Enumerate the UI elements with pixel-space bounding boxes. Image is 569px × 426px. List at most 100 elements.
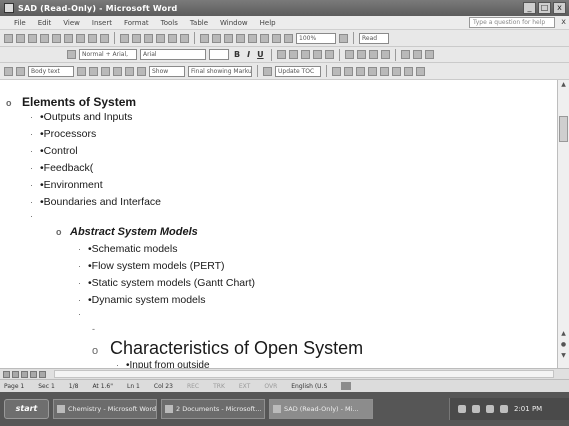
undo-icon[interactable]: [168, 33, 177, 43]
bullets-icon[interactable]: [356, 50, 366, 59]
outline-body-item[interactable]: · •Flow system models (PERT): [78, 260, 225, 272]
outline-empty-item[interactable]: ·: [78, 308, 88, 320]
normal-view-icon[interactable]: [3, 370, 10, 378]
italic-button[interactable]: I: [245, 50, 252, 59]
font-size-select[interactable]: [209, 49, 229, 60]
justify-icon[interactable]: [312, 50, 322, 59]
insert-subdocument-icon[interactable]: [356, 66, 365, 76]
prev-page-icon[interactable]: ▲: [559, 330, 568, 339]
taskbar-item[interactable]: Chemistry - Microsoft Word: [53, 399, 157, 419]
menu-table[interactable]: Table: [190, 19, 208, 27]
subdocument-icon[interactable]: [344, 66, 353, 76]
master-document-icon[interactable]: [332, 66, 341, 76]
network-icon[interactable]: [458, 405, 466, 413]
close-button[interactable]: x: [553, 2, 566, 14]
research-icon[interactable]: [100, 33, 109, 43]
menu-view[interactable]: View: [63, 19, 80, 27]
merge-subdocument-icon[interactable]: [368, 66, 377, 76]
outline-body-item[interactable]: · •Outputs and Inputs: [30, 111, 132, 123]
outline-view-icon[interactable]: [30, 370, 37, 378]
close-document-icon[interactable]: x: [561, 17, 566, 26]
demote-to-body-icon[interactable]: [89, 66, 98, 76]
reading-view-icon[interactable]: [39, 370, 46, 378]
taskbar-item[interactable]: 2 Documents - Microsoft...: [161, 399, 265, 419]
menu-tools[interactable]: Tools: [161, 19, 178, 27]
move-up-icon[interactable]: [101, 66, 110, 76]
styles-icon[interactable]: [67, 50, 76, 59]
line-spacing-icon[interactable]: [324, 50, 334, 59]
hyperlink-icon[interactable]: [200, 33, 209, 43]
outline-heading-2[interactable]: o Abstract System Models: [56, 226, 198, 238]
outline-body-item[interactable]: · •Static system models (Gantt Chart): [78, 277, 255, 289]
align-right-icon[interactable]: [300, 50, 310, 59]
font-color-icon[interactable]: [424, 50, 434, 59]
promote-heading-icon[interactable]: [4, 66, 13, 76]
outline-body-item[interactable]: · •Dynamic system models: [78, 294, 205, 306]
scroll-up-icon[interactable]: ▲: [559, 81, 568, 90]
outline-body-item[interactable]: · •Environment: [30, 179, 103, 191]
borders-icon[interactable]: [400, 50, 410, 59]
status-ext[interactable]: EXT: [239, 383, 250, 390]
document-map-icon[interactable]: [272, 33, 281, 43]
next-page-icon[interactable]: ▼: [559, 352, 568, 361]
redo-icon[interactable]: [180, 33, 189, 43]
menu-edit[interactable]: Edit: [38, 19, 52, 27]
print-icon[interactable]: [64, 33, 73, 43]
menu-help[interactable]: Help: [260, 19, 276, 27]
zoom-select[interactable]: 100%: [296, 32, 336, 44]
show-level-select[interactable]: Show: [149, 65, 185, 77]
start-button[interactable]: start: [4, 399, 49, 419]
columns-icon[interactable]: [248, 33, 257, 43]
save-icon[interactable]: [28, 33, 37, 43]
clock[interactable]: 2:01 PM: [514, 405, 542, 413]
horizontal-scrollbar[interactable]: [54, 370, 554, 378]
read-button[interactable]: Read: [359, 32, 389, 44]
format-painter-icon[interactable]: [156, 33, 165, 43]
display-markup-select[interactable]: Final showing Markup: [188, 65, 252, 77]
menu-file[interactable]: File: [14, 19, 26, 27]
align-center-icon[interactable]: [288, 50, 298, 59]
spelling-status-icon[interactable]: [341, 382, 352, 390]
outline-expand-icon[interactable]: o: [56, 227, 70, 237]
status-rec[interactable]: REC: [187, 383, 199, 390]
status-trk[interactable]: TRK: [213, 383, 225, 390]
split-subdocument-icon[interactable]: [380, 66, 389, 76]
highlight-icon[interactable]: [412, 50, 422, 59]
show-formatting-icon[interactable]: [263, 66, 272, 76]
outline-expand-icon[interactable]: o: [6, 98, 22, 108]
menu-insert[interactable]: Insert: [92, 19, 112, 27]
paste-icon[interactable]: [144, 33, 153, 43]
menu-window[interactable]: Window: [220, 19, 248, 27]
move-down-icon[interactable]: [113, 66, 122, 76]
track-changes-icon[interactable]: [404, 66, 413, 76]
outline-body-item[interactable]: · •Schematic models: [78, 243, 177, 255]
underline-button[interactable]: U: [255, 50, 266, 59]
collapse-icon[interactable]: [137, 66, 146, 76]
new-icon[interactable]: [4, 33, 13, 43]
expand-icon[interactable]: [125, 66, 134, 76]
insert-table-icon[interactable]: [224, 33, 233, 43]
numbering-icon[interactable]: [344, 50, 354, 59]
status-ovr[interactable]: OVR: [264, 383, 277, 390]
menu-format[interactable]: Format: [124, 19, 149, 27]
web-view-icon[interactable]: [12, 370, 19, 378]
outline-empty-item[interactable]: ·: [30, 210, 40, 222]
outline-empty-item[interactable]: -: [92, 323, 102, 335]
cut-icon[interactable]: [120, 33, 129, 43]
copy-icon[interactable]: [132, 33, 141, 43]
style-select[interactable]: Normal + Arial,: [79, 49, 137, 60]
taskbar-item-active[interactable]: SAD (Read-Only) - Mi...: [269, 399, 373, 419]
decrease-indent-icon[interactable]: [368, 50, 378, 59]
outline-body-item[interactable]: · •Feedback(: [30, 162, 93, 174]
email-icon[interactable]: [52, 33, 61, 43]
permission-icon[interactable]: [40, 33, 49, 43]
status-language[interactable]: English (U.S: [291, 383, 327, 390]
spelling-icon[interactable]: [88, 33, 97, 43]
print-view-icon[interactable]: [21, 370, 28, 378]
outline-heading-1[interactable]: o Elements of System: [6, 95, 136, 109]
reviewing-pane-icon[interactable]: [416, 66, 425, 76]
demote-icon[interactable]: [77, 66, 86, 76]
outline-body-item[interactable]: · •Boundaries and Interface: [30, 196, 161, 208]
lock-document-icon[interactable]: [392, 66, 401, 76]
insert-excel-icon[interactable]: [236, 33, 245, 43]
